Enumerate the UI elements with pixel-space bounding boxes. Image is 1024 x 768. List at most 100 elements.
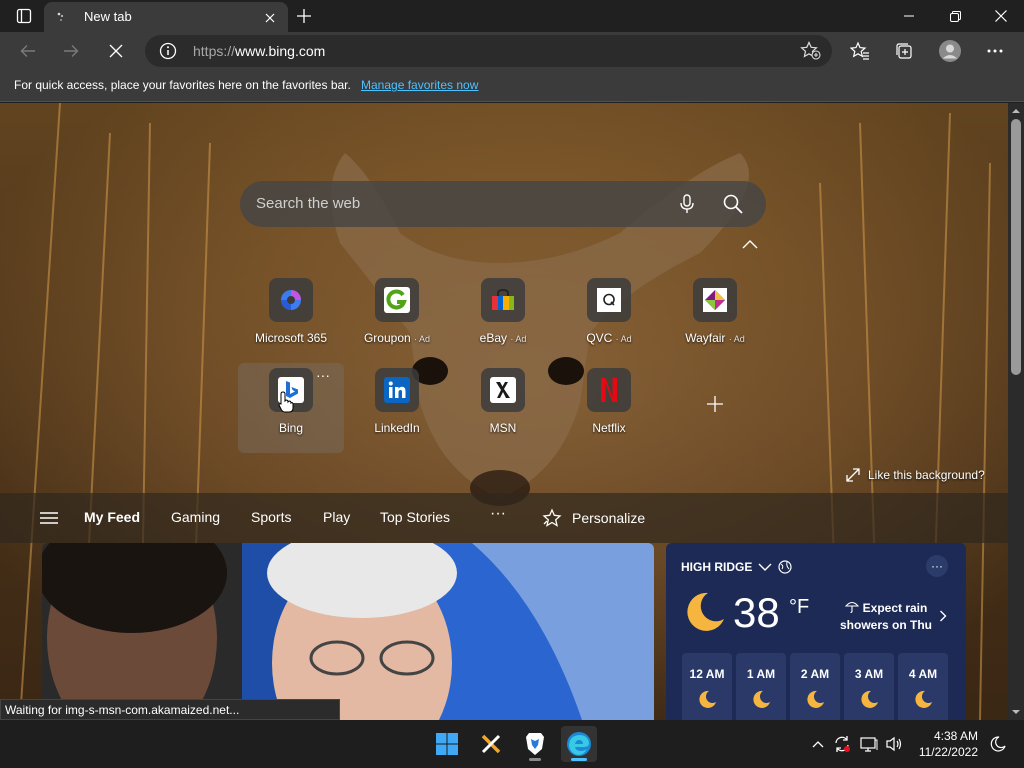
feed-tab-my-feed[interactable]: My Feed bbox=[84, 509, 140, 525]
scrollbar-thumb[interactable] bbox=[1011, 119, 1021, 375]
weather-card[interactable]: HIGH RIDGE ··· 38 °F Expect rain showers… bbox=[666, 543, 966, 720]
page-scrollbar[interactable] bbox=[1008, 103, 1024, 720]
ad-badge: · Ad bbox=[414, 334, 431, 344]
qvc-icon bbox=[587, 278, 631, 322]
restore-button[interactable] bbox=[932, 0, 978, 32]
feed-navigation: My Feed Gaming Sports Play Top Stories ·… bbox=[0, 493, 1008, 543]
system-clock[interactable]: 4:38 AM 11/22/2022 bbox=[916, 728, 978, 760]
favorites-bar-message: For quick access, place your favorites h… bbox=[14, 78, 351, 92]
moon-icon bbox=[915, 690, 932, 708]
quick-link-label: Bing bbox=[278, 421, 304, 435]
quick-link-microsoft-365[interactable]: Microsoft 365 bbox=[238, 273, 344, 363]
tab-actions-icon bbox=[16, 8, 32, 24]
hourly-forecast[interactable]: 3 AM bbox=[844, 653, 894, 720]
ebay-icon bbox=[481, 278, 525, 322]
hourly-forecast[interactable]: 12 AM bbox=[682, 653, 732, 720]
hand-cursor-icon bbox=[278, 391, 294, 413]
weather-temperature: 38 bbox=[733, 589, 780, 636]
news-card-image[interactable] bbox=[42, 543, 654, 720]
search-box[interactable]: Search the web bbox=[240, 181, 766, 227]
volume-button[interactable] bbox=[884, 734, 904, 754]
tab-actions-button[interactable] bbox=[8, 6, 40, 26]
chevron-up-icon[interactable] bbox=[740, 237, 760, 251]
forward-button[interactable] bbox=[56, 36, 86, 66]
loading-icon bbox=[57, 12, 64, 21]
hourly-forecast[interactable]: 2 AM bbox=[790, 653, 840, 720]
hourly-forecast[interactable]: 1 AM bbox=[736, 653, 786, 720]
weather-more-button[interactable]: ··· bbox=[926, 555, 948, 577]
like-background-button[interactable]: Like this background? bbox=[846, 466, 985, 484]
edge-icon bbox=[567, 732, 591, 756]
tab-close-button[interactable] bbox=[260, 8, 280, 28]
quick-link-ebay[interactable]: eBay · Ad bbox=[450, 273, 556, 363]
ad-badge: · Ad bbox=[615, 334, 632, 344]
weather-forecast-summary[interactable]: Expect rain showers on Thu bbox=[826, 600, 946, 634]
feed-tab-gaming[interactable]: Gaming bbox=[171, 509, 220, 525]
close-window-button[interactable] bbox=[978, 0, 1024, 32]
taskbar-app-xampp[interactable] bbox=[473, 726, 509, 762]
address-bar[interactable]: https://www.bing.com bbox=[145, 35, 832, 67]
microphone-icon[interactable] bbox=[676, 193, 698, 215]
info-icon[interactable] bbox=[159, 42, 177, 60]
back-button[interactable] bbox=[13, 36, 43, 66]
taskbar-app-edge[interactable] bbox=[561, 726, 597, 762]
feed-more-button[interactable]: ··· bbox=[490, 505, 506, 523]
new-tab-button[interactable] bbox=[292, 5, 316, 27]
sync-status-button[interactable] bbox=[832, 734, 852, 754]
weather-location[interactable]: HIGH RIDGE bbox=[681, 560, 792, 574]
quick-link-bing[interactable]: ··· Bing bbox=[238, 363, 344, 453]
quick-link-qvc[interactable]: QVC · Ad bbox=[556, 273, 662, 363]
avatar-icon bbox=[939, 40, 961, 62]
quick-link-linkedin[interactable]: LinkedIn bbox=[344, 363, 450, 453]
manage-favorites-link[interactable]: Manage favorites now bbox=[361, 78, 478, 92]
personalize-button[interactable]: Personalize bbox=[542, 508, 645, 528]
close-icon bbox=[265, 13, 275, 23]
taskbar-app-brave[interactable] bbox=[517, 726, 553, 762]
expand-icon bbox=[846, 468, 860, 482]
profile-button[interactable] bbox=[935, 36, 965, 66]
hour-label: 3 AM bbox=[854, 667, 884, 681]
add-quick-link-icon[interactable] bbox=[700, 389, 730, 419]
moon-icon bbox=[753, 690, 770, 708]
tile-more-button[interactable]: ··· bbox=[316, 367, 330, 383]
show-hidden-icons-button[interactable] bbox=[808, 734, 828, 754]
quick-link-wayfair[interactable]: Wayfair · Ad bbox=[662, 273, 768, 363]
favorites-icon bbox=[850, 41, 869, 60]
notification-center-button[interactable] bbox=[988, 734, 1008, 754]
feed-tab-play[interactable]: Play bbox=[323, 509, 350, 525]
add-favorite-icon[interactable] bbox=[800, 41, 822, 61]
tab-new-tab[interactable]: New tab bbox=[44, 2, 288, 32]
active-indicator bbox=[571, 758, 587, 761]
stop-loading-button[interactable] bbox=[101, 36, 131, 66]
taskbar: 4:38 AM 11/22/2022 bbox=[0, 720, 1024, 768]
close-icon bbox=[109, 44, 123, 58]
close-icon bbox=[995, 10, 1007, 22]
weather-unit: °F bbox=[789, 596, 810, 618]
favorites-bar: For quick access, place your favorites h… bbox=[0, 70, 1024, 102]
weather-location-label: HIGH RIDGE bbox=[681, 560, 753, 574]
windows-logo-icon bbox=[436, 733, 458, 755]
feed-tab-top-stories[interactable]: Top Stories bbox=[380, 509, 450, 525]
collections-button[interactable] bbox=[889, 36, 919, 66]
quick-link-msn[interactable]: MSN bbox=[450, 363, 556, 453]
hourly-forecast[interactable]: 4 AM bbox=[898, 653, 948, 720]
search-icon[interactable] bbox=[722, 193, 744, 215]
favorites-button[interactable] bbox=[845, 36, 875, 66]
msn-icon bbox=[481, 368, 525, 412]
news-photo bbox=[42, 543, 654, 720]
clock-time: 4:38 AM bbox=[933, 729, 978, 743]
plus-icon bbox=[297, 9, 311, 23]
hour-label: 1 AM bbox=[746, 667, 776, 681]
chevron-right-icon[interactable] bbox=[939, 610, 947, 622]
settings-more-button[interactable] bbox=[980, 36, 1010, 66]
minimize-button[interactable] bbox=[886, 0, 932, 32]
scroll-down-arrow-icon[interactable] bbox=[1012, 708, 1020, 716]
start-button[interactable] bbox=[429, 726, 465, 762]
feed-tab-sports[interactable]: Sports bbox=[251, 509, 291, 525]
clock-date: 11/22/2022 bbox=[918, 745, 978, 759]
quick-link-groupon[interactable]: Groupon · Ad bbox=[344, 273, 450, 363]
quick-link-netflix[interactable]: Netflix bbox=[556, 363, 662, 453]
hamburger-menu-icon[interactable] bbox=[40, 512, 58, 524]
network-button[interactable] bbox=[859, 734, 879, 754]
scroll-up-arrow-icon[interactable] bbox=[1012, 107, 1020, 115]
